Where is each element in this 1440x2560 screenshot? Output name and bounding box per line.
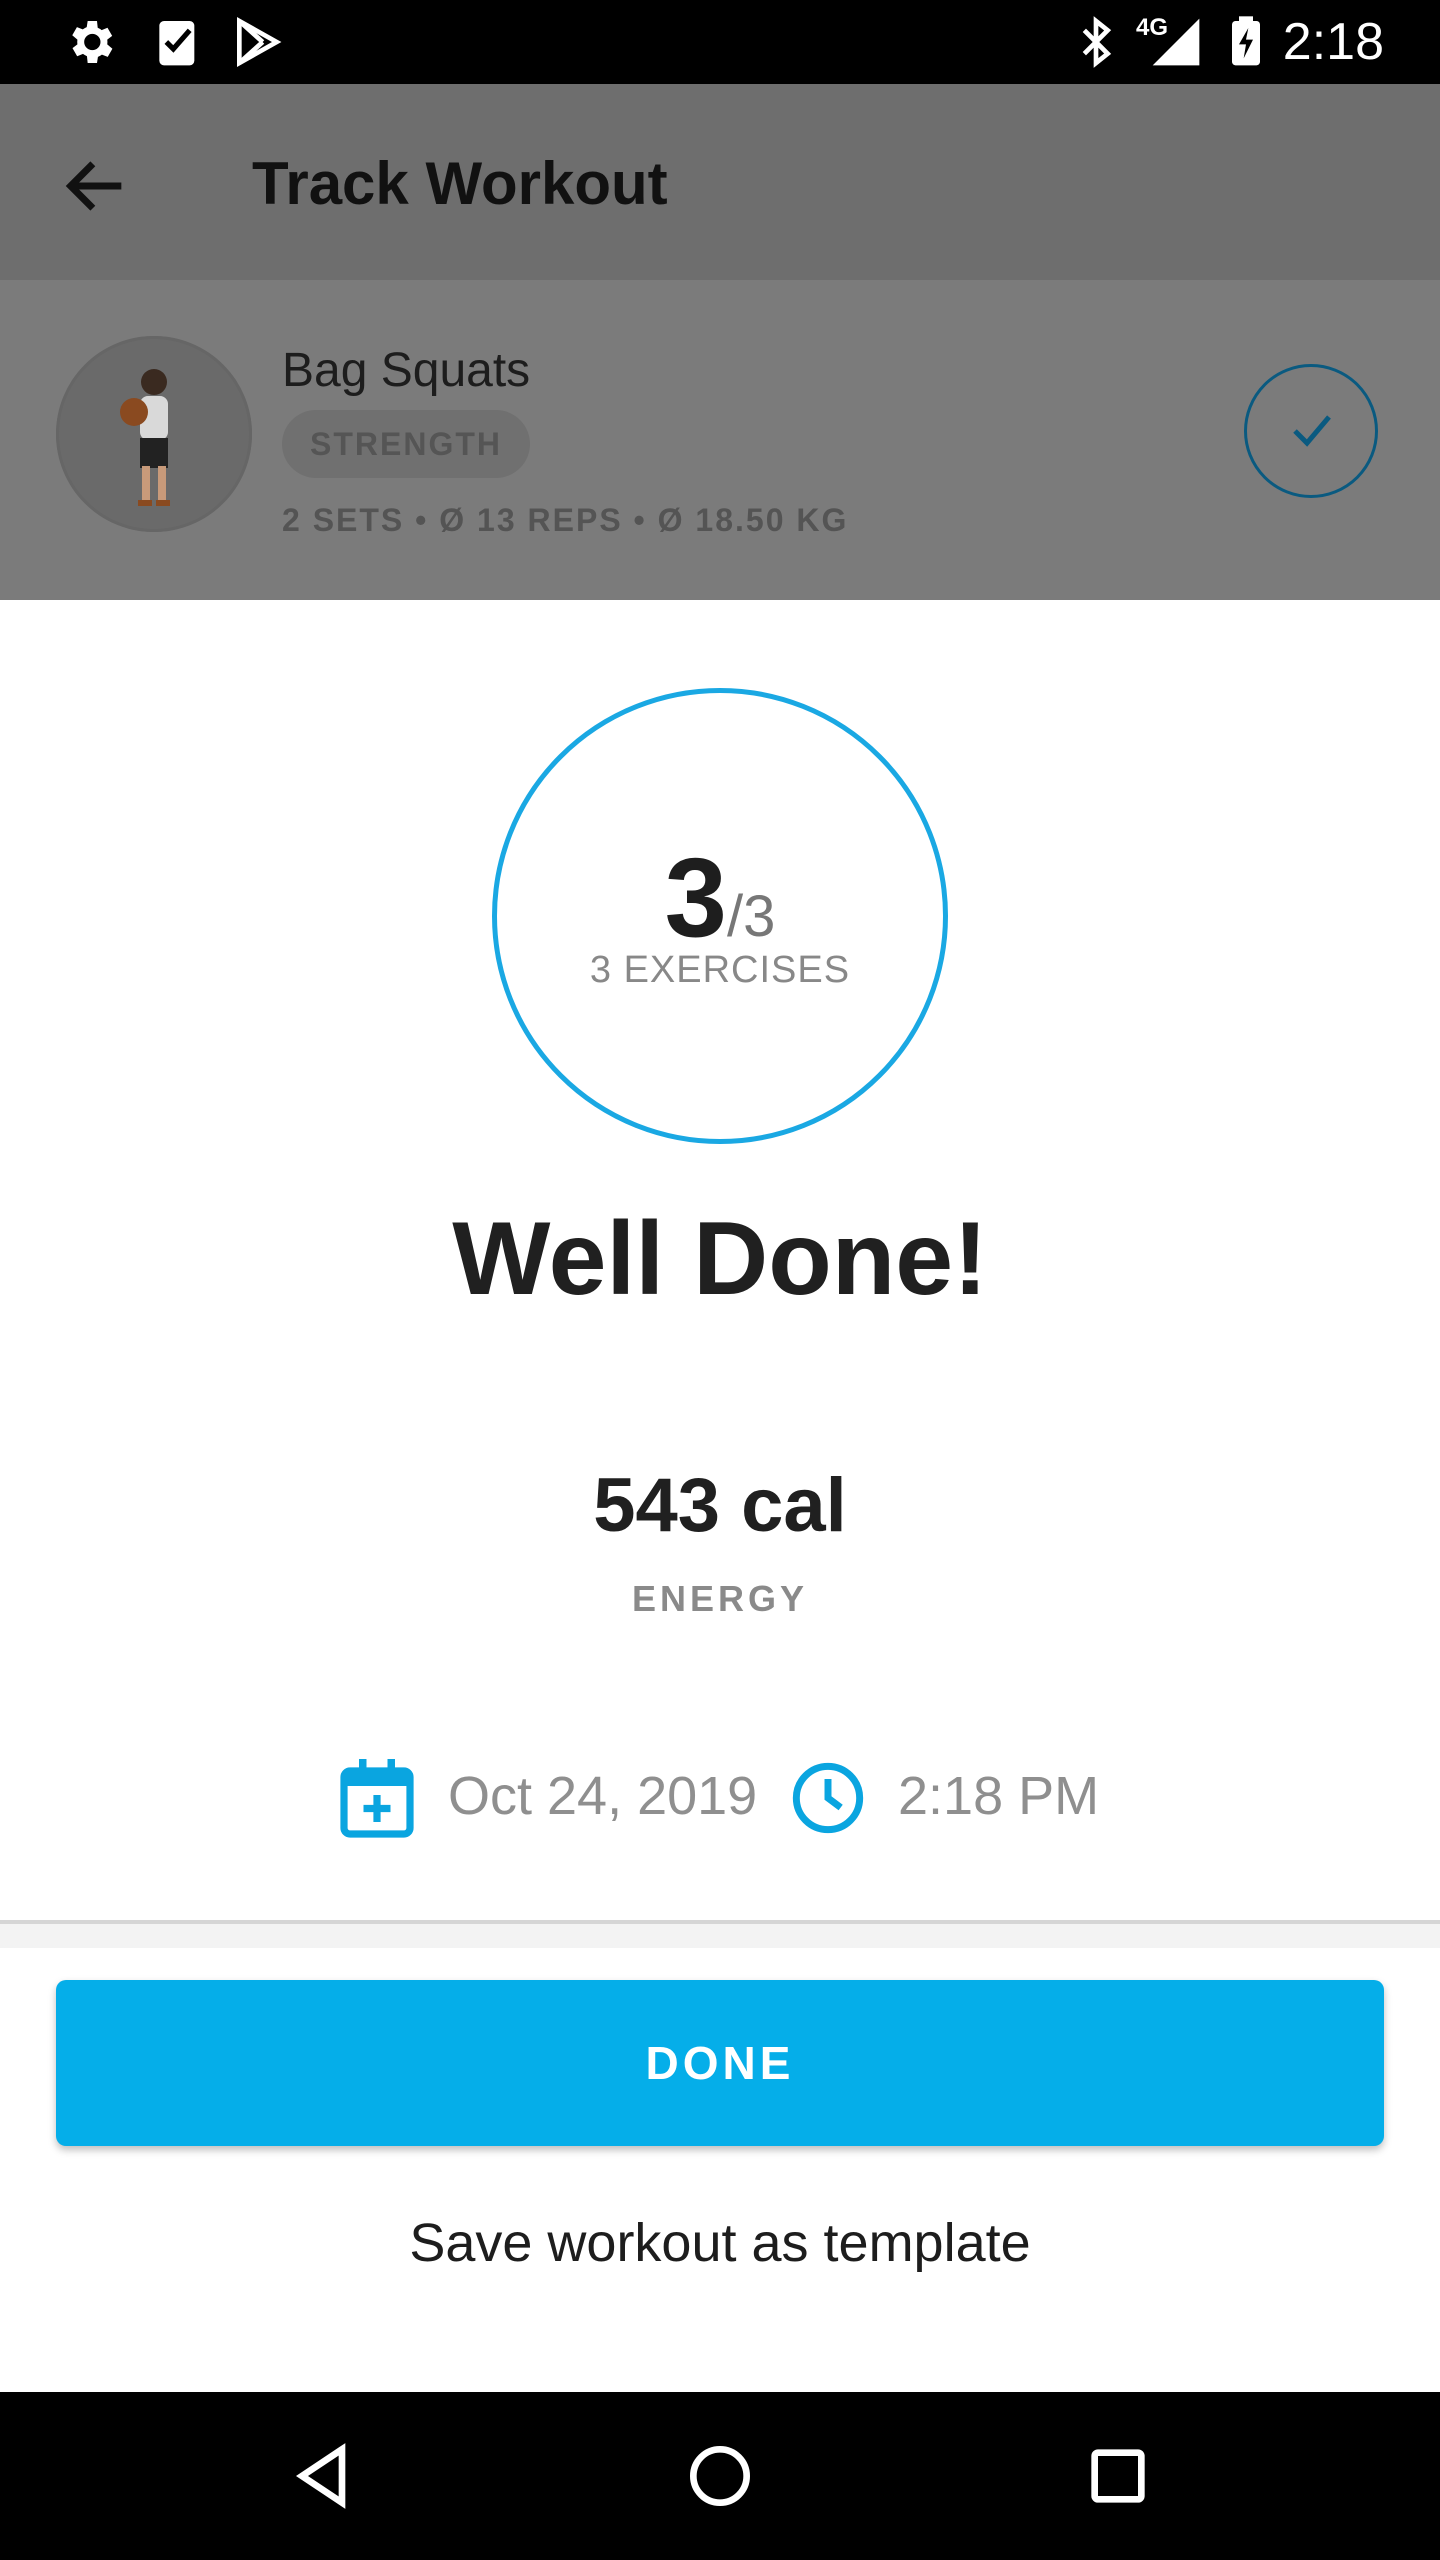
completion-sheet: 3/3 3 EXERCISES Well Done! 543 cal ENERG… [0,600,1440,1948]
exercise-name: Bag Squats [282,344,531,397]
person-squat-figure-icon [120,369,170,506]
play-store-icon [237,17,282,67]
headline: Well Done! [452,1201,988,1317]
task-check-icon [159,21,195,66]
total-count: /3 [726,884,776,949]
category-chip: STRENGTH [282,410,530,478]
energy-label: ENERGY [631,1578,809,1619]
exercise-avatar [56,336,252,532]
clock-icon[interactable] [790,1760,866,1836]
energy-value: 543 cal [593,1463,847,1548]
progress-ring: 3/3 3 EXERCISES [492,688,948,1144]
status-time: 2:18 [1282,13,1384,71]
home-circle-icon[interactable] [680,2436,760,2516]
done-button[interactable]: DONE [56,1980,1384,2146]
recents-square-icon[interactable] [1078,2436,1158,2516]
workout-date[interactable]: Oct 24, 2019 [448,1764,757,1828]
exercise-stats: 2 SETS • Ø 13 REPS • Ø 18.50 KG [282,502,849,538]
check-icon [1293,415,1331,447]
back-triangle-icon[interactable] [282,2436,362,2516]
completed-check-button[interactable] [1244,364,1378,498]
datetime-row: Oct 24, 2019 2:18 PM [0,1750,1440,1846]
calendar-add-icon[interactable] [338,1756,416,1840]
page-title: Track Workout [252,150,668,217]
divider-shade [0,1924,1440,1948]
exercises-label: 3 EXERCISES [589,949,851,991]
arrow-back-icon[interactable] [58,148,134,224]
workout-time[interactable]: 2:18 PM [898,1764,1099,1828]
exercise-count: 3/3 [497,833,943,962]
app-bar: Track Workout [0,84,1440,280]
save-template-link[interactable]: Save workout as template [0,2212,1440,2274]
signal-icon [1152,18,1200,66]
navigation-bar [0,2392,1440,2560]
settings-icon [72,21,113,63]
battery-charging-icon [1232,16,1260,66]
bluetooth-icon [1082,16,1112,68]
status-bar: 4G 2:18 [0,0,1440,84]
completed-count: 3 [664,835,727,960]
exercise-row[interactable]: Bag Squats STRENGTH 2 SETS • Ø 13 REPS •… [0,280,1440,600]
